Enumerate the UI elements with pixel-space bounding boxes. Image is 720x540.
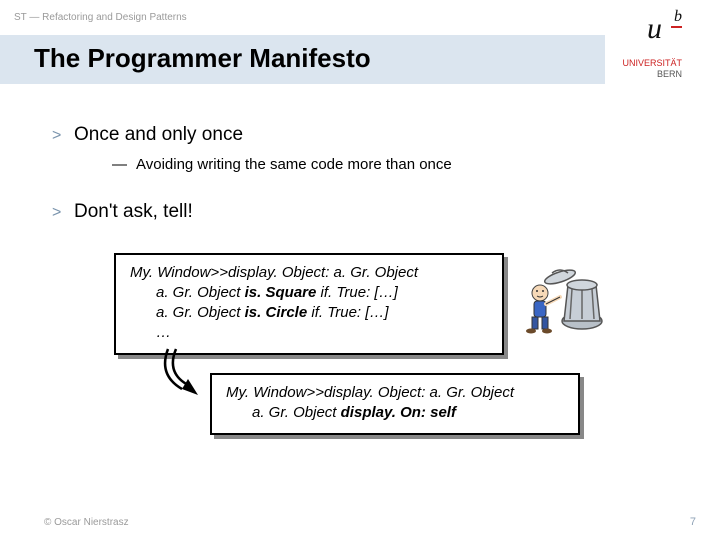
bullet-1: > Once and only once	[50, 124, 670, 146]
bullet-text: Don't ask, tell!	[74, 201, 193, 223]
code-line: a. Gr. Object is. Circle if. True: […]	[130, 303, 488, 323]
sub-bullet-1: — Avoiding writing the same code more th…	[112, 156, 670, 173]
bullet-marker: >	[50, 127, 74, 145]
content-area: > Once and only once — Avoiding writing …	[0, 84, 720, 453]
logo-university-name: UNIVERSITÄT BERN	[612, 58, 682, 80]
code-line: a. Gr. Object is. Square if. True: […]	[130, 283, 488, 303]
code-before-box: My. Window>>display. Object: a. Gr. Obje…	[114, 253, 504, 355]
code-line: …	[130, 323, 488, 343]
bullet-text: Once and only once	[74, 124, 243, 146]
bullet-marker: >	[50, 204, 74, 222]
footer-page-number: 7	[690, 516, 696, 528]
sub-bullet-marker: —	[112, 156, 136, 173]
footer-copyright: © Oscar Nierstrasz	[44, 517, 129, 528]
logo-underline	[671, 26, 682, 28]
sub-bullet-text: Avoiding writing the same code more than…	[136, 156, 452, 173]
code-after-box: My. Window>>display. Object: a. Gr. Obje…	[210, 373, 580, 435]
university-logo: u b UNIVERSITÄT BERN	[605, 0, 720, 100]
code-line: My. Window>>display. Object: a. Gr. Obje…	[130, 263, 488, 283]
code-line: My. Window>>display. Object: a. Gr. Obje…	[226, 383, 564, 403]
logo-letter-b: b	[674, 8, 682, 26]
code-line: a. Gr. Object display. On: self	[226, 403, 564, 423]
logo-letter-u: u	[647, 12, 662, 46]
trash-can-icon	[522, 249, 612, 349]
code-example-zone: My. Window>>display. Object: a. Gr. Obje…	[114, 253, 670, 453]
bullet-2: > Don't ask, tell!	[50, 201, 670, 223]
refactor-arrow-icon	[158, 345, 214, 401]
